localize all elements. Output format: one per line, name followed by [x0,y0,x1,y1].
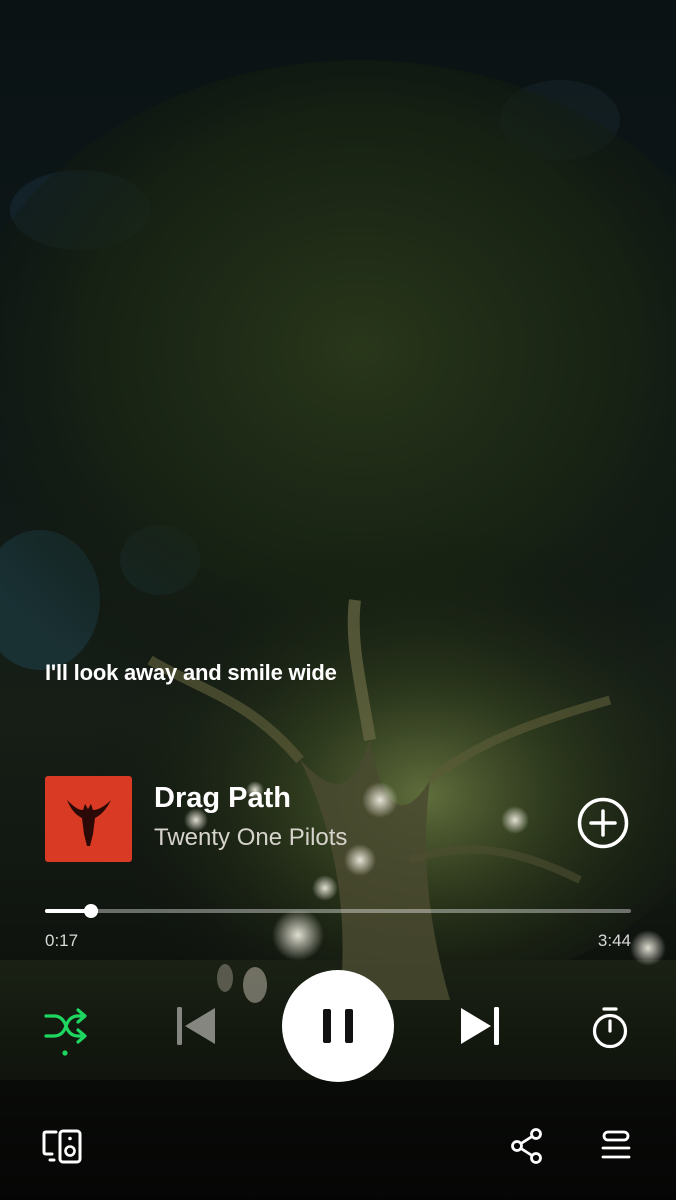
skip-previous-icon [177,1007,215,1045]
pause-button[interactable] [282,970,394,1082]
add-to-library-button[interactable] [576,796,630,850]
connect-device-button[interactable] [42,1128,84,1166]
sleep-timer-icon [592,1007,628,1049]
queue-icon [601,1130,631,1159]
track-artist[interactable]: Twenty One Pilots [154,824,347,852]
total-duration: 3:44 [597,931,631,950]
plus-circle-icon [577,797,629,849]
shuffle-button[interactable] [42,1006,90,1058]
progress-track [45,909,631,913]
next-track-button[interactable] [460,1006,500,1046]
skip-next-icon [461,1007,499,1045]
now-playing-screen: I'll look away and smile wide Drag Path … [0,0,676,1200]
progress-handle[interactable] [84,904,98,918]
track-title[interactable]: Drag Path [154,782,291,815]
shuffle-icon [44,1008,87,1056]
connect-device-icon [42,1129,82,1164]
queue-button[interactable] [601,1130,631,1162]
sleep-timer-button[interactable] [590,1006,630,1050]
album-art[interactable] [45,776,132,862]
previous-track-button[interactable] [176,1006,216,1046]
pause-icon [323,1009,353,1043]
track-info: Drag Path Twenty One Pilots [45,776,635,864]
lyrics-line[interactable]: I'll look away and smile wide [45,660,337,686]
share-icon [511,1128,542,1164]
elapsed-time: 0:17 [45,931,79,950]
share-button[interactable] [510,1128,544,1164]
playback-progress-bar[interactable] [45,904,631,918]
